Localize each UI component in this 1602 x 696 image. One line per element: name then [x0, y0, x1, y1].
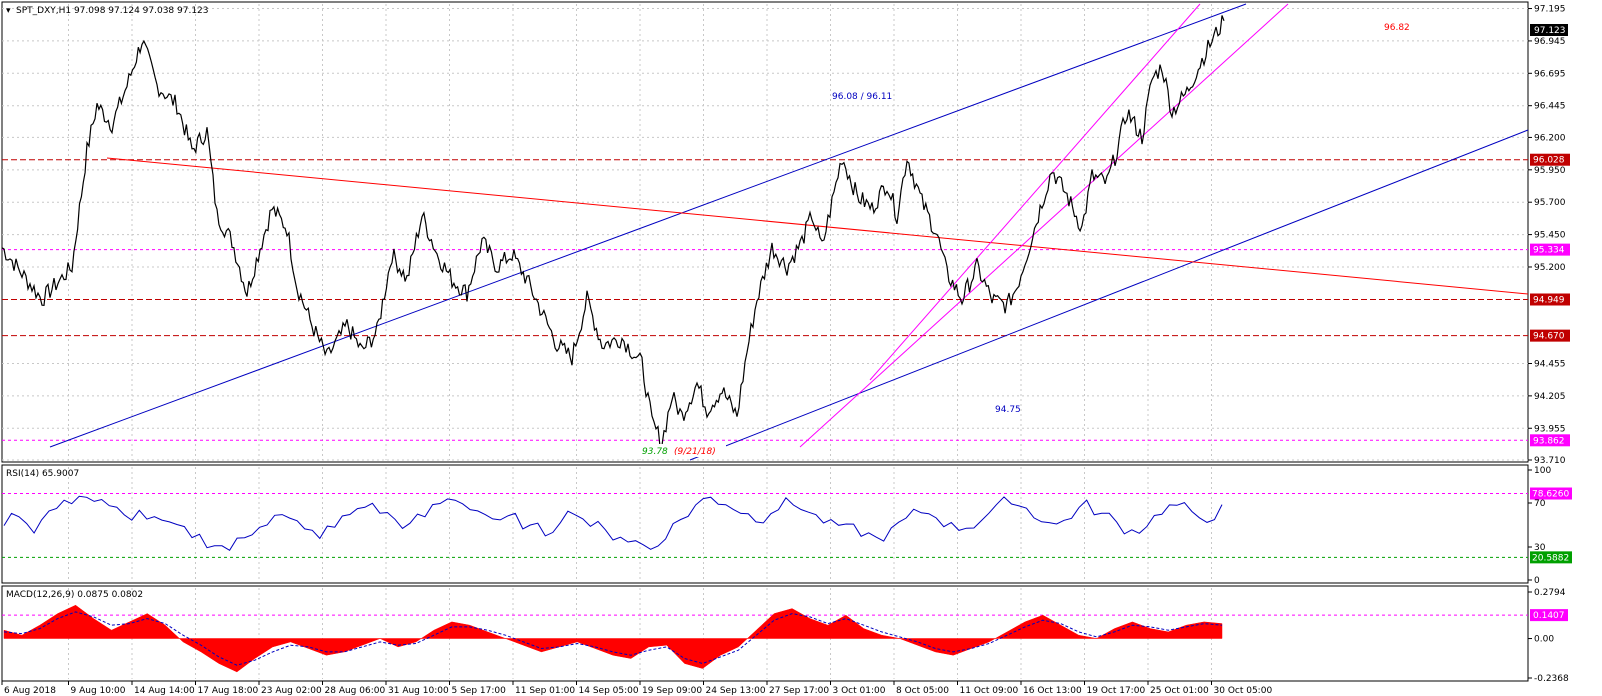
y-tick-label: 96.200	[1534, 133, 1566, 143]
rsi-level-badge: 20.5882	[1532, 553, 1569, 563]
current-price-badge: 97.123	[1534, 26, 1566, 36]
rsi-level-badge: 78.6260	[1532, 490, 1569, 500]
y-tick-label: 94.455	[1534, 359, 1566, 369]
macd-tick-label: 0.2794	[1534, 588, 1566, 598]
rsi-tick-label: 0	[1534, 576, 1540, 586]
price-axis: 97.195 96.945 96.695 96.445 96.200 95.950 95.7…	[1528, 5, 1566, 466]
macd-tick-label: -0.2368	[1534, 674, 1569, 684]
rsi-panel-frame	[1, 464, 1529, 584]
annotation-high-target: 96.82	[1384, 23, 1410, 33]
y-tick-label: 95.700	[1534, 198, 1566, 208]
x-tick-label: 16 Oct 13:00	[1023, 686, 1082, 696]
x-tick-label: 11 Sep 01:00	[515, 686, 575, 696]
x-tick-label: 19 Sep 09:00	[642, 686, 702, 696]
price-level-badge: 94.670	[1533, 332, 1565, 342]
price-level-badge: 94.949	[1533, 295, 1565, 305]
price-level-badge: 96.028	[1533, 156, 1565, 166]
price-level-badge: 93.862	[1533, 436, 1565, 446]
annotation-low-value: 93.78	[642, 447, 668, 457]
x-tick-label: 6 Aug 2018	[4, 686, 56, 696]
y-tick-label: 95.950	[1534, 166, 1566, 176]
y-tick-label: 95.200	[1534, 263, 1566, 273]
y-tick-label: 93.955	[1534, 424, 1566, 434]
macd-label: MACD(12,26,9) 0.0875 0.0802	[6, 590, 143, 600]
x-tick-label: 19 Oct 17:00	[1087, 686, 1146, 696]
y-tick-label: 96.945	[1534, 37, 1566, 47]
chart-header-icon: ▾	[6, 6, 11, 16]
x-tick-label: 17 Aug 18:00	[198, 686, 259, 696]
y-tick-label: 93.710	[1534, 456, 1566, 466]
x-tick-label: 23 Aug 02:00	[261, 686, 322, 696]
x-tick-label: 11 Oct 09:00	[960, 686, 1019, 696]
annotation-low-date: (9/21/18)	[674, 447, 716, 457]
annotation-support: 94.75	[995, 405, 1021, 415]
x-tick-label: 24 Sep 13:00	[706, 686, 766, 696]
chart-canvas[interactable]: 97.195 96.945 96.695 96.445 96.200 95.950 95.7…	[0, 0, 1602, 696]
x-tick-label: 3 Oct 01:00	[833, 686, 886, 696]
main-panel-frame	[1, 1, 1529, 463]
rsi-label: RSI(14) 65.9007	[6, 469, 79, 479]
x-tick-label: 9 Aug 10:00	[71, 686, 126, 696]
x-tick-label: 25 Oct 01:00	[1150, 686, 1209, 696]
macd-level-badge: 0.1407	[1533, 611, 1565, 621]
rsi-tick-label: 100	[1534, 466, 1551, 476]
x-tick-label: 8 Oct 05:00	[896, 686, 949, 696]
price-level-badge: 95.334	[1533, 246, 1565, 256]
x-tick-label: 31 Aug 10:00	[388, 686, 449, 696]
y-tick-label: 94.205	[1534, 392, 1566, 402]
y-tick-label: 97.195	[1534, 5, 1566, 15]
chart-header: SPT_DXY,H1 97.098 97.124 97.038 97.123	[16, 6, 209, 16]
y-tick-label: 96.445	[1534, 102, 1566, 112]
time-axis: 6 Aug 2018 9 Aug 10:00 14 Aug 14:00 17 Aug …	[1, 681, 1273, 696]
y-tick-label: 96.695	[1534, 69, 1566, 79]
x-tick-label: 27 Sep 17:00	[769, 686, 829, 696]
x-tick-label: 14 Sep 05:00	[579, 686, 639, 696]
x-tick-label: 5 Sep 17:00	[452, 686, 507, 696]
x-tick-label: 14 Aug 14:00	[134, 686, 195, 696]
annotation-resistance: 96.08 / 96.11	[832, 92, 892, 102]
y-tick-label: 95.450	[1534, 231, 1566, 241]
macd-tick-label: 0.00	[1534, 635, 1554, 645]
rsi-tick-label: 70	[1534, 499, 1546, 509]
x-tick-label: 28 Aug 06:00	[325, 686, 386, 696]
x-tick-label: 30 Oct 05:00	[1214, 686, 1273, 696]
